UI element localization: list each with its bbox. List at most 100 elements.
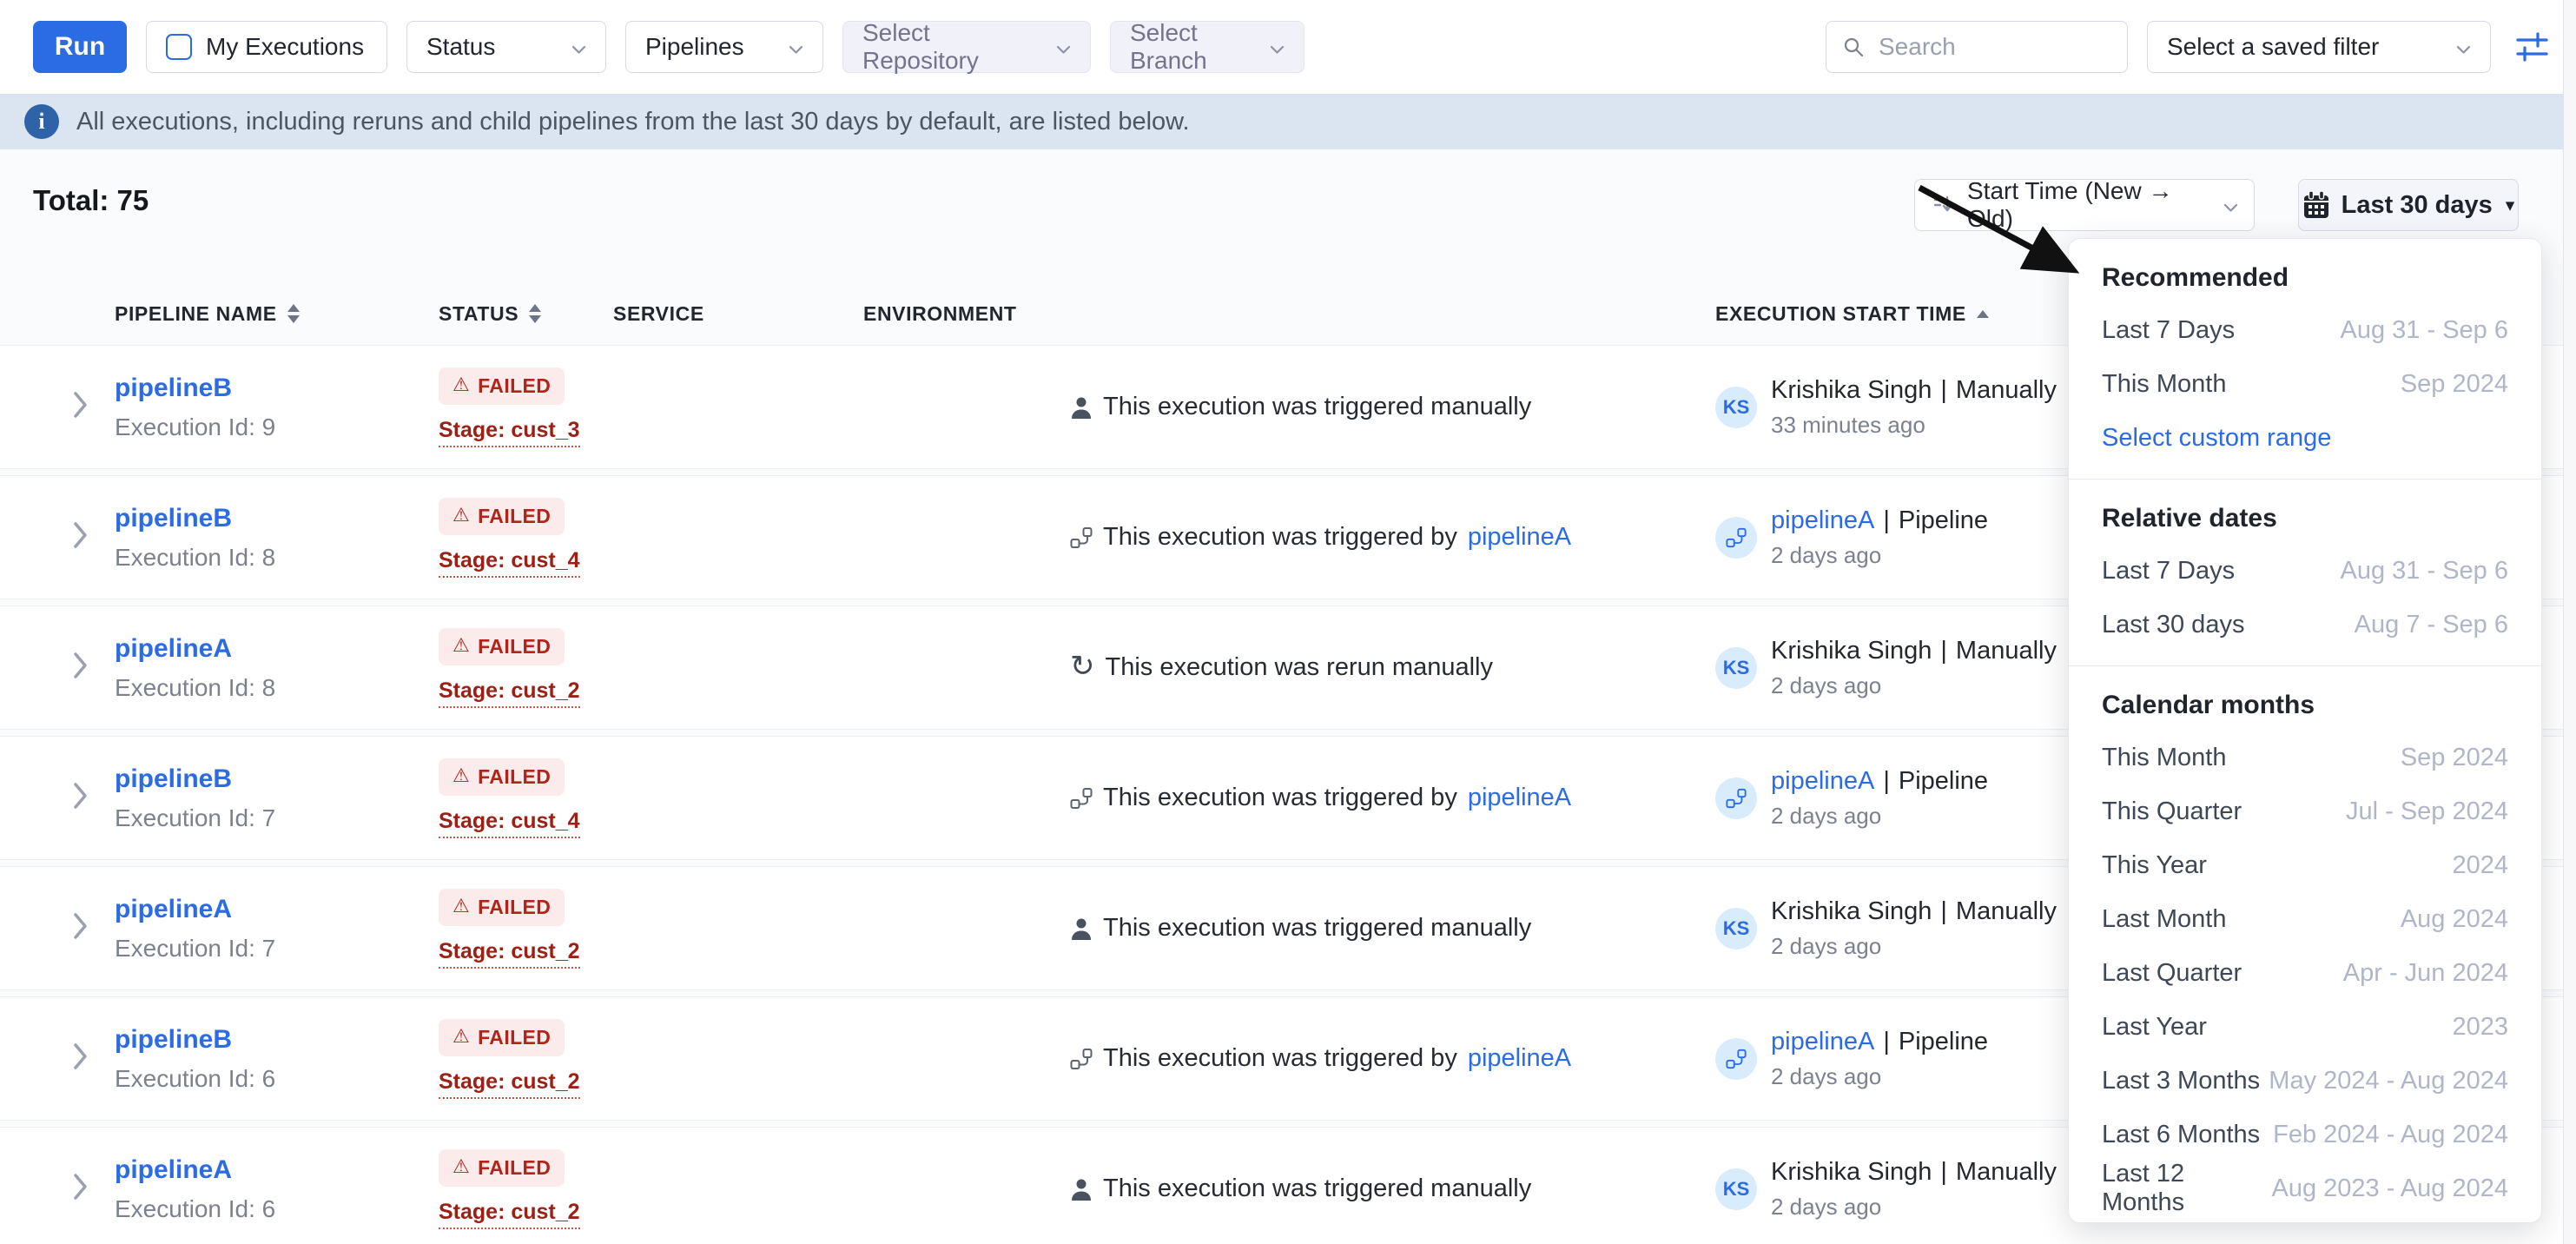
info-banner-text: All executions, including reruns and chi… [76, 108, 1190, 136]
menu-item[interactable]: Last 6 Months Feb 2024 - Aug 2024 [2069, 1108, 2541, 1161]
trigger-text: This execution was triggered manually [1103, 914, 1531, 943]
menu-item[interactable]: Last 12 Months Aug 2023 - Aug 2024 [2069, 1161, 2541, 1215]
expand-chevron-icon[interactable] [73, 652, 88, 684]
warning-icon: ⚠ [452, 766, 470, 785]
relative-time: 2 days ago [1771, 933, 2057, 960]
status-badge-label: FAILED [478, 374, 551, 398]
menu-item[interactable]: This Month Sep 2024 [2069, 357, 2541, 411]
menu-item[interactable]: This Month Sep 2024 [2069, 731, 2541, 784]
author-pipeline-link[interactable]: pipelineA [1771, 506, 1874, 535]
author-separator: | [1940, 637, 1947, 665]
status-badge: ⚠ FAILED [439, 1149, 565, 1187]
pipeline-icon [1726, 1049, 1747, 1069]
trigger-type-label: Pipeline [1899, 506, 1988, 535]
trigger-pipeline-link[interactable]: pipelineA [1468, 1044, 1571, 1073]
run-button[interactable]: Run [33, 21, 127, 73]
trigger-pipeline-link[interactable]: pipelineA [1468, 784, 1571, 812]
menu-divider [2069, 665, 2541, 666]
expand-chevron-icon[interactable] [73, 1042, 88, 1075]
pipelines-dropdown[interactable]: Pipelines [625, 21, 823, 73]
pipeline-name-link[interactable]: pipelineA [115, 634, 232, 664]
menu-item[interactable]: This Year 2024 [2069, 838, 2541, 892]
pipeline-name-link[interactable]: pipelineB [115, 504, 232, 533]
pipeline-name-link[interactable]: pipelineB [115, 764, 232, 794]
menu-section-heading: Calendar months [2069, 680, 2541, 731]
menu-item[interactable]: Last 30 days Aug 7 - Sep 6 [2069, 598, 2541, 652]
failed-stage-link[interactable]: Stage: cust_2 [439, 1200, 580, 1229]
column-header[interactable]: ENVIRONMENT [863, 302, 1070, 326]
trigger-type-label: Manually [1956, 637, 2057, 665]
column-header-label: ENVIRONMENT [863, 302, 1017, 326]
warning-icon: ⚠ [452, 897, 470, 916]
my-executions-filter[interactable]: My Executions [146, 21, 387, 73]
search-box[interactable] [1826, 21, 2128, 73]
expand-chevron-icon[interactable] [73, 782, 88, 814]
menu-item[interactable]: Last Month Aug 2024 [2069, 892, 2541, 946]
my-executions-label: My Executions [206, 33, 364, 61]
failed-stage-link[interactable]: Stage: cust_2 [439, 939, 580, 969]
menu-item[interactable]: Last 7 Days Aug 31 - Sep 6 [2069, 303, 2541, 357]
sort-updown-icon[interactable] [287, 304, 300, 323]
trigger-text: This execution was rerun manually [1106, 653, 1493, 682]
expand-chevron-icon[interactable] [73, 1173, 88, 1205]
filter-sliders-icon[interactable] [2513, 31, 2550, 63]
pipeline-name-link[interactable]: pipelineB [115, 374, 232, 403]
menu-item-label: This Year [2102, 851, 2207, 880]
menu-section-heading: Recommended [2069, 253, 2541, 303]
my-executions-checkbox[interactable] [166, 34, 192, 60]
pipeline-name-link[interactable]: pipelineA [115, 1155, 232, 1185]
select-custom-range-link[interactable]: Select custom range [2069, 411, 2541, 465]
sort-asc-icon[interactable] [1977, 310, 1989, 318]
pipeline-name-link[interactable]: pipelineA [115, 895, 232, 924]
select-branch-dropdown[interactable]: Select Branch [1110, 21, 1305, 73]
failed-stage-link[interactable]: Stage: cust_4 [439, 809, 580, 838]
info-icon: i [24, 104, 59, 139]
expand-chevron-icon[interactable] [73, 391, 88, 423]
avatar [1715, 517, 1757, 559]
menu-divider [2069, 479, 2541, 480]
search-icon [1842, 36, 1865, 58]
menu-item[interactable]: Last 3 Months May 2024 - Aug 2024 [2069, 1054, 2541, 1108]
menu-item[interactable]: Last Quarter Apr - Jun 2024 [2069, 946, 2541, 1000]
menu-item-value: Sep 2024 [2401, 370, 2508, 399]
trigger-text: This execution was triggered by [1103, 523, 1457, 552]
pipeline-icon [1070, 787, 1093, 810]
trigger-pipeline-link[interactable]: pipelineA [1468, 523, 1571, 552]
expand-chevron-icon[interactable] [73, 521, 88, 553]
menu-item[interactable]: Last 7 Days Aug 31 - Sep 6 [2069, 544, 2541, 598]
page-scrollbar[interactable] [2563, 0, 2576, 1244]
author-name: Krishika Singh [1771, 897, 1932, 926]
sort-updown-icon[interactable] [529, 304, 541, 323]
pipeline-icon [1726, 788, 1747, 809]
pipeline-name-link[interactable]: pipelineB [115, 1025, 232, 1055]
author-name: Krishika Singh [1771, 376, 1932, 405]
status-dropdown[interactable]: Status [406, 21, 606, 73]
menu-item-label: Last 6 Months [2102, 1121, 2260, 1149]
column-header[interactable]: STATUS [439, 302, 613, 326]
select-repository-dropdown[interactable]: Select Repository [842, 21, 1091, 73]
status-badge: ⚠ FAILED [439, 758, 565, 796]
status-badge-label: FAILED [478, 896, 551, 919]
column-header[interactable]: SERVICE [613, 302, 863, 326]
status-badge: ⚠ FAILED [439, 1019, 565, 1056]
author-pipeline-link[interactable]: pipelineA [1771, 1028, 1874, 1056]
failed-stage-link[interactable]: Stage: cust_4 [439, 548, 580, 578]
author-separator: | [1883, 767, 1890, 796]
execution-id: Execution Id: 8 [115, 544, 275, 572]
author-pipeline-link[interactable]: pipelineA [1771, 767, 1874, 796]
menu-item[interactable]: This Quarter Jul - Sep 2024 [2069, 784, 2541, 838]
failed-stage-link[interactable]: Stage: cust_2 [439, 678, 580, 708]
saved-filter-dropdown[interactable]: Select a saved filter [2147, 21, 2491, 73]
column-header[interactable]: PIPELINE NAME [115, 302, 439, 326]
expand-chevron-icon[interactable] [73, 912, 88, 944]
status-badge-label: FAILED [478, 1156, 551, 1180]
search-input[interactable] [1877, 32, 2111, 62]
sort-dropdown[interactable]: Start Time (New → Old) [1914, 179, 2255, 231]
failed-stage-link[interactable]: Stage: cust_3 [439, 418, 580, 447]
menu-item-label: This Month [2102, 370, 2226, 399]
menu-item[interactable]: Last Year 2023 [2069, 1000, 2541, 1054]
date-range-button[interactable]: Last 30 days ▾ [2298, 179, 2519, 231]
chevron-down-icon [571, 33, 586, 61]
relative-time: 2 days ago [1771, 1194, 2057, 1221]
failed-stage-link[interactable]: Stage: cust_2 [439, 1069, 580, 1099]
